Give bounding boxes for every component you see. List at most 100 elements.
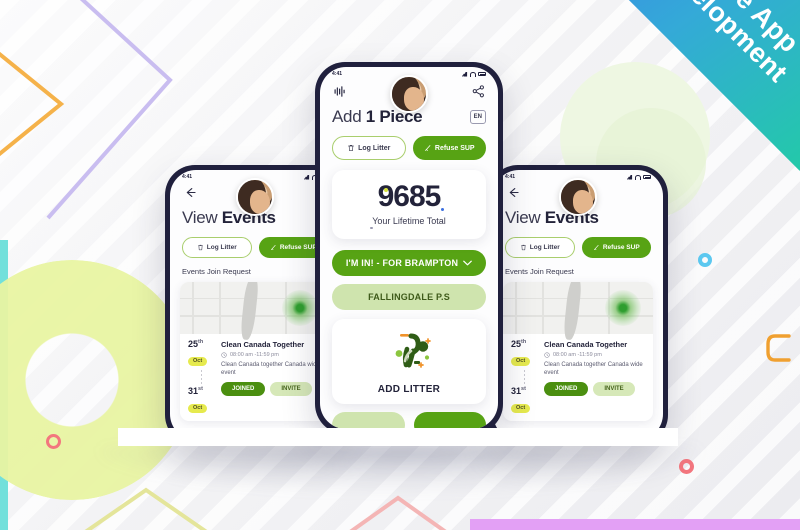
violet-bar-decoration bbox=[470, 519, 800, 530]
event-details: Clean Canada Together 08:00 am -11:59 pm… bbox=[221, 340, 322, 414]
avatar-face bbox=[250, 190, 270, 214]
action-button-row: Log Litter Refuse SUP bbox=[493, 228, 663, 258]
event-action-row: JOINED INVITE bbox=[221, 381, 322, 396]
shelf-shadow bbox=[100, 446, 700, 492]
log-litter-button[interactable]: Log Litter bbox=[332, 136, 406, 160]
bottom-button-row bbox=[320, 404, 498, 429]
event-time-row: 08:00 am -11:59 pm bbox=[544, 352, 645, 358]
pink-chevron-decoration bbox=[349, 495, 447, 530]
events-card: 25th Oct 31st Oct Clean Canada Together … bbox=[503, 282, 653, 421]
action-button-row: Log Litter Refuse SUP bbox=[320, 127, 498, 160]
signal-icon bbox=[304, 175, 310, 180]
location-pulse-icon bbox=[282, 290, 318, 326]
map-water bbox=[562, 282, 583, 341]
trash-icon bbox=[197, 244, 203, 251]
avatar[interactable] bbox=[236, 178, 274, 216]
map-road bbox=[192, 282, 194, 334]
back-arrow-icon[interactable] bbox=[182, 184, 198, 200]
straw-icon bbox=[270, 244, 276, 251]
avatar-face bbox=[404, 87, 424, 111]
poster-canvas: ★ Mobile App Development ★ 4:41 bbox=[0, 0, 800, 530]
event-title: Clean Canada Together bbox=[544, 340, 628, 349]
bottom-primary-button[interactable] bbox=[413, 412, 486, 429]
signal-icon bbox=[627, 175, 633, 180]
event-time: 08:00 am -11:59 pm bbox=[230, 351, 279, 358]
avatar[interactable] bbox=[390, 75, 428, 113]
table-row[interactable]: 25th Oct 31st Oct Clean Canada Together … bbox=[180, 334, 330, 421]
joined-button[interactable]: JOINED bbox=[544, 381, 589, 396]
share-icon[interactable] bbox=[470, 83, 486, 99]
event-time: 08:00 am -11:59 pm bbox=[553, 351, 602, 358]
wifi-icon bbox=[635, 174, 641, 180]
invite-button[interactable]: INVITE bbox=[270, 381, 312, 396]
add-litter-label: ADD LITTER bbox=[377, 384, 441, 395]
log-litter-button[interactable]: Log Litter bbox=[505, 237, 575, 258]
event-day: 31st bbox=[188, 386, 203, 396]
orange-curve-decoration bbox=[765, 334, 791, 362]
lifetime-total-card: 9685 Your Lifetime Total bbox=[332, 170, 486, 239]
map-road bbox=[515, 282, 517, 334]
joined-button[interactable]: JOINED bbox=[221, 381, 266, 396]
sound-wave-icon[interactable] bbox=[332, 83, 348, 99]
person-picking-litter-icon bbox=[395, 333, 431, 368]
event-month-badge: Oct bbox=[188, 356, 208, 366]
straw-icon bbox=[593, 244, 599, 251]
accent-dot bbox=[384, 188, 388, 192]
event-time-row: 08:00 am -11:59 pm bbox=[221, 352, 322, 358]
refuse-sup-label: Refuse SUP bbox=[602, 244, 640, 251]
pink-ring-decoration bbox=[46, 434, 61, 449]
avatar-face bbox=[573, 190, 593, 214]
event-description: Clean Canada together Canada wide event bbox=[544, 361, 643, 376]
avatar[interactable] bbox=[559, 178, 597, 216]
log-litter-label: Log Litter bbox=[529, 244, 560, 251]
refuse-sup-button[interactable]: Refuse SUP bbox=[581, 237, 651, 258]
yellow-chevron-decoration bbox=[84, 487, 208, 530]
im-in-dropdown[interactable]: I'M IN! - FOR BRAMPTON bbox=[332, 250, 486, 276]
event-day: 25th bbox=[188, 339, 204, 349]
add-litter-card[interactable]: ADD LITTER bbox=[332, 319, 486, 404]
wifi-icon bbox=[470, 71, 476, 77]
event-month-badge: Oct bbox=[511, 356, 531, 366]
school-pill[interactable]: FALLINGDALE P.S bbox=[332, 284, 486, 310]
event-action-row: JOINED INVITE bbox=[544, 381, 645, 396]
location-pulse-icon bbox=[605, 290, 641, 326]
signal-icon bbox=[462, 72, 468, 77]
invite-button[interactable]: INVITE bbox=[593, 381, 635, 396]
back-arrow-icon[interactable] bbox=[505, 184, 521, 200]
refuse-sup-label: Refuse SUP bbox=[434, 144, 475, 152]
bottom-secondary-button[interactable] bbox=[332, 412, 405, 429]
event-date-column: 25th Oct 31st Oct bbox=[511, 339, 537, 414]
straw-icon bbox=[425, 145, 431, 151]
accent-dot bbox=[370, 226, 373, 229]
status-icons bbox=[462, 71, 486, 77]
battery-icon bbox=[643, 175, 651, 179]
map-water bbox=[239, 282, 260, 341]
map-preview[interactable] bbox=[503, 282, 653, 341]
refuse-sup-button[interactable]: Refuse SUP bbox=[412, 136, 486, 160]
event-month-badge: Oct bbox=[188, 403, 208, 413]
table-row[interactable]: 25th Oct 31st Oct Clean Canada Together … bbox=[503, 334, 653, 421]
app-header bbox=[493, 178, 663, 216]
clock-icon bbox=[221, 351, 227, 358]
lifetime-total-label: Your Lifetime Total bbox=[372, 216, 446, 226]
phone-mockup-center: 4:41 Add 1 Piece EN Log Litter Refuse SU… bbox=[315, 62, 503, 434]
events-card: 25th Oct 31st Oct Clean Canada Together … bbox=[180, 282, 330, 421]
event-date-column: 25th Oct 31st Oct bbox=[188, 339, 214, 414]
event-details: Clean Canada Together 08:00 am -11:59 pm… bbox=[544, 340, 645, 414]
event-title: Clean Canada Together bbox=[221, 340, 305, 349]
battery-icon bbox=[478, 72, 486, 76]
map-road bbox=[542, 282, 544, 334]
log-litter-button[interactable]: Log Litter bbox=[182, 237, 252, 258]
refuse-sup-label: Refuse SUP bbox=[279, 244, 317, 251]
map-preview[interactable] bbox=[180, 282, 330, 341]
phone-mockup-right: 4:41 View Events Log Litter Refuse SUP E… bbox=[488, 165, 668, 445]
event-month-badge: Oct bbox=[511, 403, 531, 413]
date-connector bbox=[200, 370, 202, 384]
section-label: Events Join Request bbox=[505, 267, 574, 276]
clock-icon bbox=[544, 351, 550, 358]
language-badge[interactable]: EN bbox=[469, 110, 486, 124]
spacer-icon bbox=[635, 184, 651, 200]
phone-screen-right: 4:41 View Events Log Litter Refuse SUP E… bbox=[493, 170, 663, 440]
log-litter-label: Log Litter bbox=[206, 244, 237, 251]
lifetime-total-value: 9685 bbox=[377, 180, 442, 213]
